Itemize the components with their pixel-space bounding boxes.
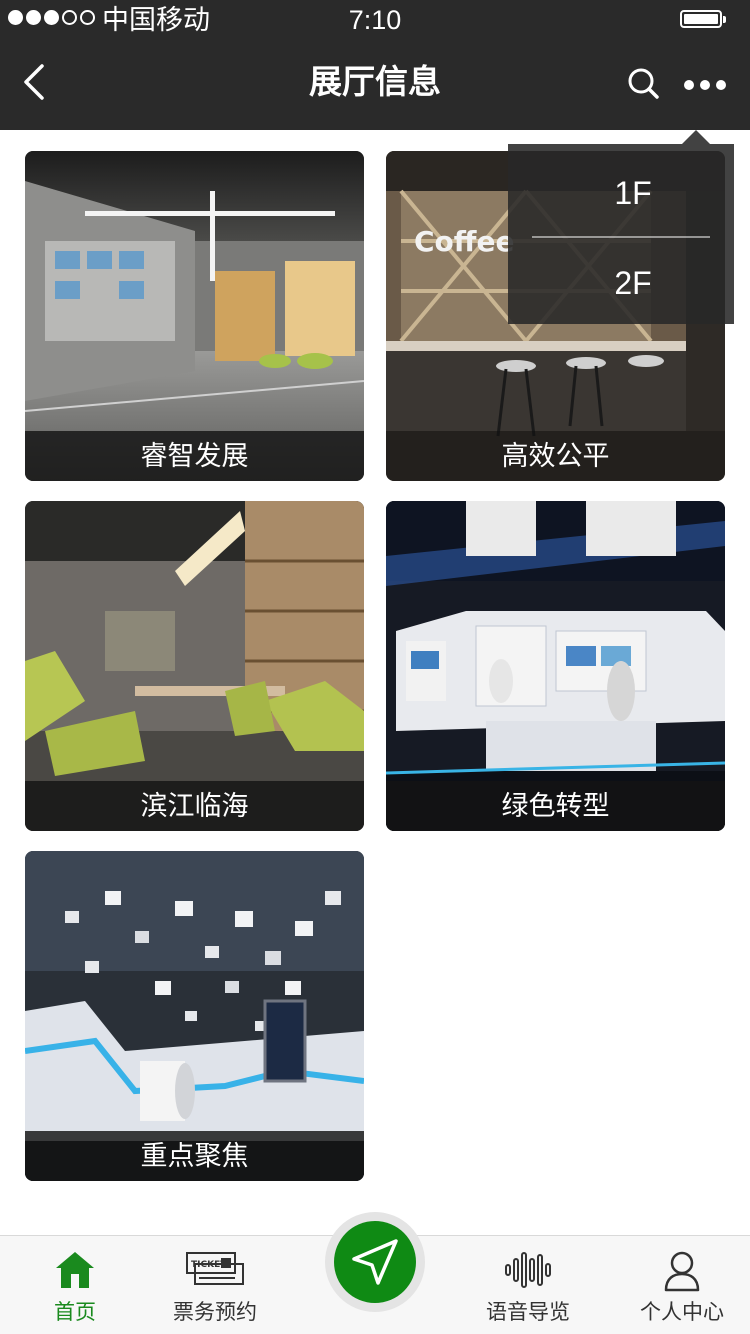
floor-option-1f[interactable]: 1F — [508, 148, 734, 238]
battery-icon — [680, 10, 726, 28]
tab-tickets[interactable]: TICKET 票务预约 — [140, 1236, 290, 1334]
status-time: 7:10 — [348, 5, 402, 35]
search-button[interactable] — [626, 66, 662, 102]
more-dots-icon — [684, 80, 694, 90]
hall-name: 高效公平 — [386, 431, 725, 481]
bottom-tab-bar: 首页 TICKET 票务预约 语音导览 个人中心 — [0, 1212, 750, 1334]
hall-card[interactable]: 睿智发展 — [25, 151, 364, 481]
tab-audio-guide-label: 语音导览 — [486, 1301, 570, 1324]
more-button[interactable] — [680, 72, 730, 98]
hall-card[interactable]: 滨江临海 — [25, 501, 364, 831]
hall-card[interactable]: 绿色转型 — [386, 501, 725, 831]
hall-name: 绿色转型 — [386, 781, 725, 831]
home-icon — [56, 1252, 94, 1288]
search-icon — [628, 68, 659, 99]
tab-home-label: 首页 — [54, 1301, 96, 1324]
tab-profile-label: 个人中心 — [640, 1301, 724, 1324]
ticket-icon: TICKET — [186, 1252, 244, 1285]
floor-option-2f[interactable]: 2F — [508, 238, 734, 328]
tab-home[interactable]: 首页 — [0, 1236, 150, 1334]
navigate-button[interactable] — [325, 1212, 425, 1312]
tab-audio-guide[interactable]: 语音导览 — [453, 1236, 603, 1334]
tab-profile[interactable]: 个人中心 — [607, 1236, 750, 1334]
status-bar: 中国移动 7:10 — [0, 0, 750, 40]
top-bar: 中国移动 7:10 展厅信息 — [0, 0, 750, 130]
navigate-arrow-icon — [352, 1239, 398, 1285]
user-icon — [664, 1251, 700, 1292]
hall-name: 滨江临海 — [25, 781, 364, 831]
audio-wave-icon — [505, 1252, 551, 1288]
floor-dropdown: 1F 2F — [508, 130, 734, 324]
hall-name: 睿智发展 — [25, 431, 364, 481]
hall-name: 重点聚焦 — [25, 1131, 364, 1181]
hall-card[interactable]: 重点聚焦 — [25, 851, 364, 1181]
tab-tickets-label: 票务预约 — [173, 1301, 257, 1324]
svg-text:Coffee: Coffee — [414, 225, 514, 258]
